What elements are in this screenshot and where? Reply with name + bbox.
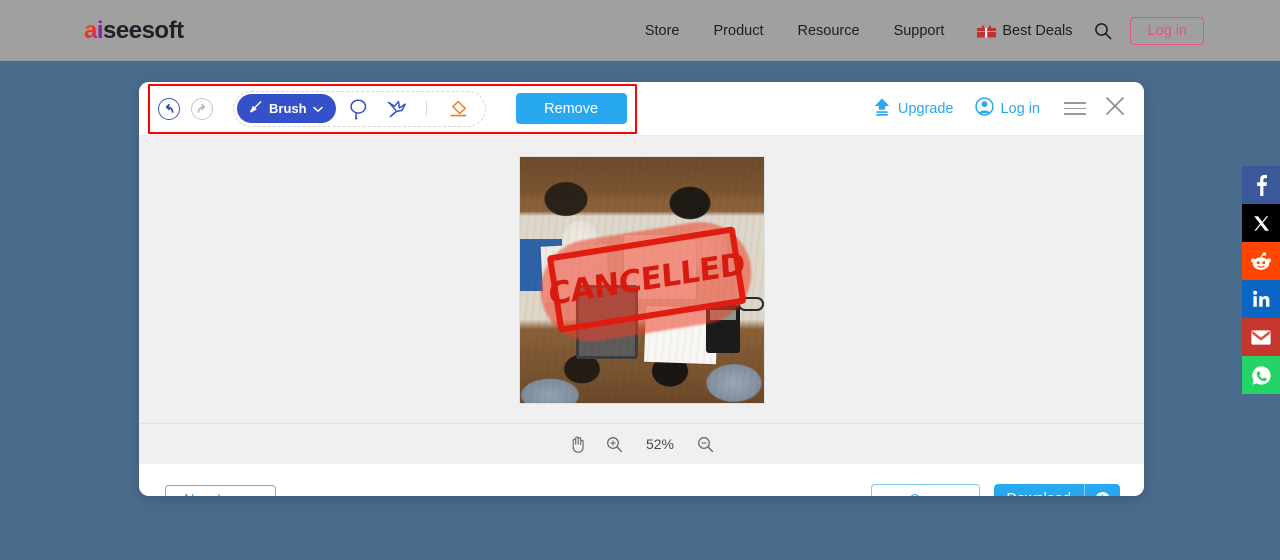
logo-letter-a: a <box>84 17 97 44</box>
photo-texture-overlay <box>519 156 764 403</box>
editor-footer: New Image Crop Download <box>139 464 1144 496</box>
hand-pan-icon[interactable] <box>569 435 586 453</box>
clock-icon[interactable] <box>1085 491 1120 496</box>
logo-text: seesoft <box>103 17 184 44</box>
toolbar-divider <box>425 101 427 116</box>
nav-item-best-deals[interactable]: Best Deals <box>961 23 1084 39</box>
editor-login-label: Log in <box>1000 100 1040 117</box>
brush-tool-button[interactable]: Brush <box>237 94 336 123</box>
user-circle-icon <box>975 97 995 120</box>
upgrade-button[interactable]: Upgrade <box>872 97 954 120</box>
selection-tool-group: Brush <box>233 90 486 127</box>
whatsapp-share-button[interactable] <box>1242 356 1280 394</box>
editor-login-button[interactable]: Log in <box>975 97 1040 120</box>
polygon-select-tool-button[interactable] <box>382 94 412 124</box>
undo-redo-group <box>158 97 213 120</box>
editor-toolbar: Brush Remove Upgrade Log in <box>139 82 1144 135</box>
upgrade-label: Upgrade <box>897 100 954 117</box>
nav-item-store[interactable]: Store <box>628 23 697 39</box>
nav-item-support[interactable]: Support <box>877 23 962 39</box>
x-twitter-share-button[interactable] <box>1242 204 1280 242</box>
remove-button[interactable]: Remove <box>515 93 627 124</box>
page-root: aiseesoft Store Product Resource Support… <box>0 0 1280 560</box>
reddit-share-button[interactable] <box>1242 242 1280 280</box>
zoom-controls-bar: 52% <box>139 423 1144 464</box>
header-login-button[interactable]: Log in <box>1130 16 1204 45</box>
search-icon[interactable] <box>1084 22 1126 40</box>
nav-best-deals-label: Best Deals <box>1002 22 1073 39</box>
zoom-in-icon[interactable] <box>606 436 623 453</box>
zoom-out-icon[interactable] <box>697 436 714 453</box>
nav-item-resource[interactable]: Resource <box>781 23 877 39</box>
nav-item-product[interactable]: Product <box>697 23 781 39</box>
eraser-tool-button[interactable] <box>443 94 473 124</box>
upload-arrow-icon <box>872 97 892 120</box>
site-header: aiseesoft Store Product Resource Support… <box>0 0 1280 61</box>
gift-box-icon <box>977 24 997 38</box>
editor-canvas[interactable]: CANCELLED <box>139 135 1144 423</box>
linkedin-share-button[interactable] <box>1242 280 1280 318</box>
brand-logo[interactable]: aiseesoft <box>84 17 184 44</box>
redo-button[interactable] <box>191 97 213 120</box>
chevron-down-icon <box>312 101 323 116</box>
crop-button[interactable]: Crop <box>870 484 980 496</box>
download-label: Download <box>994 484 1085 496</box>
new-image-button[interactable]: New Image <box>165 484 276 496</box>
image-editor-panel: Brush Remove Upgrade Log in CANCELLED 52… <box>139 82 1144 496</box>
editor-header-actions: Upgrade Log in <box>850 82 1126 135</box>
hamburger-menu-icon[interactable] <box>1064 101 1086 116</box>
zoom-level-value: 52% <box>645 436 675 452</box>
download-button[interactable]: Download <box>993 484 1120 496</box>
footer-actions: Crop Download <box>870 484 1120 496</box>
social-share-rail <box>1242 166 1280 394</box>
close-x-icon[interactable] <box>1104 95 1126 122</box>
brush-tool-label: Brush <box>269 101 307 116</box>
lasso-tool-button[interactable] <box>344 94 374 124</box>
undo-button[interactable] <box>158 97 180 120</box>
paintbrush-icon <box>248 100 263 118</box>
facebook-share-button[interactable] <box>1242 166 1280 204</box>
main-navigation: Store Product Resource Support Best Deal… <box>628 0 1204 61</box>
gmail-share-button[interactable] <box>1242 318 1280 356</box>
edited-photo[interactable]: CANCELLED <box>518 155 765 404</box>
